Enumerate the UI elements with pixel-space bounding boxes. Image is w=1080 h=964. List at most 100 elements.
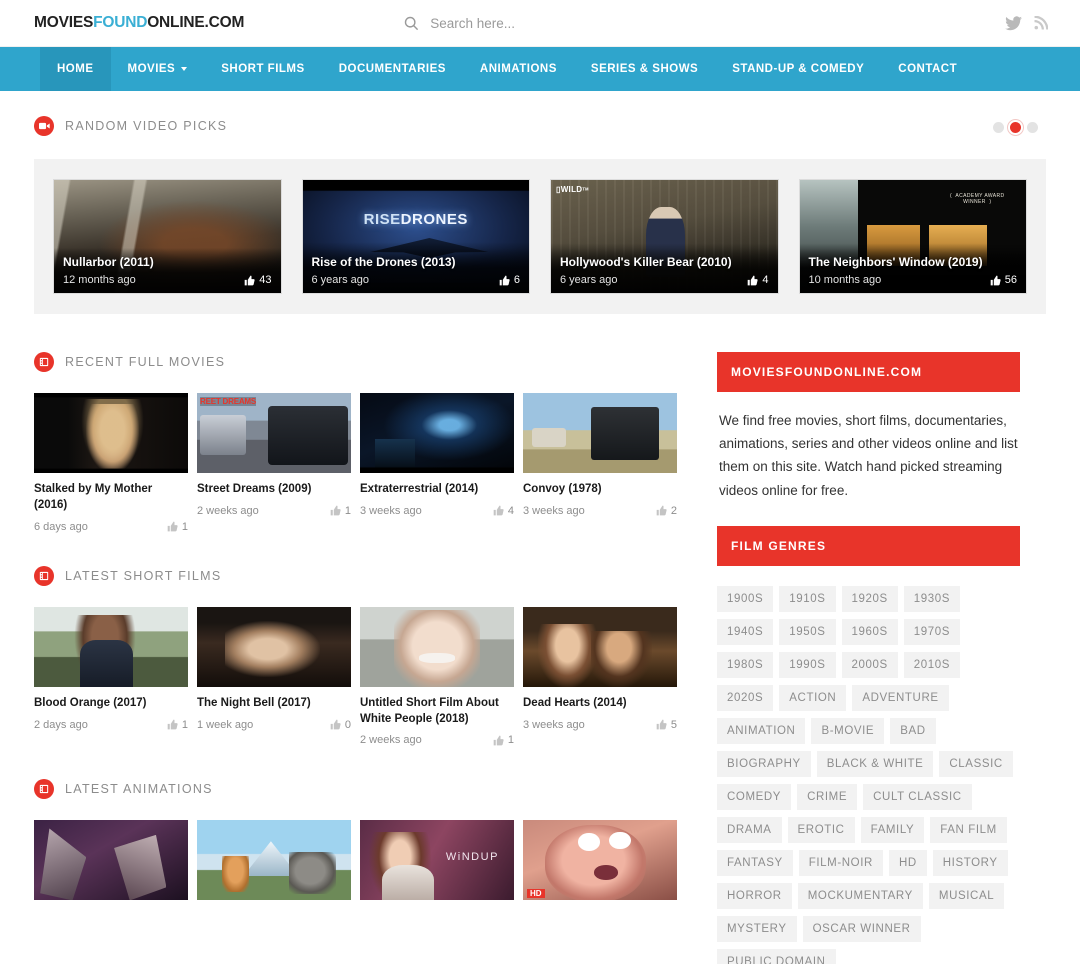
genre-tag[interactable]: ACTION <box>779 684 847 711</box>
about-widget: MOVIESFOUNDONLINE.COM We find free movie… <box>717 352 1020 502</box>
movie-grid: Stalked by My Mother (2016) 6 days ago 1 <box>34 393 688 533</box>
genre-tag[interactable]: FANTASY <box>717 849 793 876</box>
genre-tag[interactable]: FILM-NOIR <box>798 849 883 876</box>
genre-tag[interactable]: BAD <box>890 717 936 744</box>
carousel-slide[interactable]: ( ACADEMY AWARDWINNER ) The Neighbors' W… <box>798 179 1027 294</box>
nav-item-short-films[interactable]: SHORT FILMS <box>204 47 321 91</box>
carousel-dot-1[interactable] <box>993 122 1004 133</box>
site-logo[interactable]: MOVIESFOUNDONLINE.COM <box>34 14 244 32</box>
slide-meta: 12 months ago 43 <box>63 274 272 286</box>
genre-tag[interactable]: CRIME <box>797 783 858 810</box>
movie-card[interactable]: Untitled Short Film About White People (… <box>360 606 514 747</box>
carousel-slide[interactable]: ▯WILDᵀᴹ Hollywood's Killer Bear (2010) 6… <box>550 179 779 294</box>
genre-tag[interactable]: COMEDY <box>717 783 792 810</box>
genre-tag[interactable]: 1900S <box>717 585 774 612</box>
nav-item-documentaries[interactable]: DOCUMENTARIES <box>322 47 463 91</box>
movie-card[interactable]: REET DREAMS Street Dreams (2009) 2 weeks… <box>197 393 351 533</box>
movie-like-count: 1 <box>181 718 188 731</box>
genre-tag[interactable]: PUBLIC DOMAIN <box>717 948 836 964</box>
nav-item-series-shows[interactable]: SERIES & SHOWS <box>574 47 715 91</box>
movie-card[interactable] <box>197 820 351 909</box>
movie-title: Extraterrestrial (2014) <box>360 483 479 495</box>
movie-thumbnail <box>34 606 188 687</box>
nav-item-standup-comedy[interactable]: STAND-UP & COMEDY <box>715 47 881 91</box>
movie-date: 1 week ago <box>197 718 254 731</box>
genre-tag[interactable]: EROTIC <box>787 816 855 843</box>
nav-item-contact[interactable]: CONTACT <box>881 47 974 91</box>
nav-item-animations[interactable]: ANIMATIONS <box>463 47 574 91</box>
movie-card[interactable]: Extraterrestrial (2014) 3 weeks ago 4 <box>360 393 514 533</box>
genre-tag[interactable]: BIOGRAPHY <box>717 750 811 777</box>
genre-tag[interactable]: DRAMA <box>717 816 782 843</box>
slide-like-count: 43 <box>259 274 272 286</box>
genre-tag[interactable]: 1910S <box>779 585 836 612</box>
genre-tag[interactable]: CULT CLASSIC <box>863 783 972 810</box>
genre-tag[interactable]: OSCAR WINNER <box>802 915 921 942</box>
carousel-slide[interactable]: RISEDRONES Rise of the Drones (2013) 6 y… <box>301 179 530 294</box>
genre-tag[interactable]: 1960S <box>841 618 898 645</box>
genre-tag[interactable]: B-MOVIE <box>811 717 885 744</box>
genre-tag[interactable]: FAN FILM <box>930 816 1007 843</box>
genre-tag[interactable]: CLASSIC <box>939 750 1013 777</box>
section-title: RANDOM VIDEO PICKS <box>65 119 228 133</box>
nav-item-movies[interactable]: MOVIES <box>111 47 205 91</box>
movie-card[interactable]: Convoy (1978) 3 weeks ago 2 <box>523 393 677 533</box>
movie-like-count: 1 <box>507 734 514 747</box>
movie-card[interactable]: HD <box>523 820 677 909</box>
section-header: RANDOM VIDEO PICKS <box>34 116 1046 136</box>
genre-tag[interactable]: 1980S <box>717 651 774 678</box>
genre-tag[interactable]: MOCKUMENTARY <box>797 882 923 909</box>
movie-likes: 4 <box>493 505 514 517</box>
genre-tag[interactable]: HISTORY <box>932 849 1008 876</box>
movie-thumbnail <box>523 606 677 687</box>
genre-tag[interactable]: FAMILY <box>860 816 925 843</box>
twitter-icon[interactable] <box>1005 15 1022 31</box>
film-genres-widget: FILM GENRES 1900S 1910S 1920S 1930S 1940… <box>717 525 1020 964</box>
carousel-dot-3[interactable] <box>1027 122 1038 133</box>
latest-short-films-section: LATEST SHORT FILMS Blood Orange (2017) 2… <box>34 565 688 747</box>
carousel-slide[interactable]: Nullarbor (2011) 12 months ago 43 <box>53 179 282 294</box>
sidebar: MOVIESFOUNDONLINE.COM We find free movie… <box>717 352 1020 964</box>
genre-tag[interactable]: 1940S <box>717 618 774 645</box>
genre-tag[interactable]: 2020S <box>717 684 774 711</box>
movie-card[interactable]: WiNDUP <box>360 820 514 909</box>
movie-likes: 1 <box>167 521 188 533</box>
genre-tag[interactable]: 1990S <box>779 651 836 678</box>
movie-date: 3 weeks ago <box>360 504 422 517</box>
genre-tag[interactable]: HORROR <box>717 882 792 909</box>
thumbs-up-icon <box>990 275 1001 285</box>
movie-card[interactable] <box>34 820 188 909</box>
carousel-dot-2[interactable] <box>1010 122 1021 133</box>
movie-card[interactable]: Blood Orange (2017) 2 days ago 1 <box>34 606 188 747</box>
thumbs-up-icon <box>748 275 758 285</box>
slide-date: 6 years ago <box>560 274 618 286</box>
genre-tag[interactable]: ANIMATION <box>717 717 806 744</box>
section-title: LATEST SHORT FILMS <box>65 568 222 583</box>
genre-tag[interactable]: ADVENTURE <box>852 684 949 711</box>
movie-meta: 2 days ago 1 <box>34 719 188 731</box>
movie-card[interactable]: Dead Hearts (2014) 3 weeks ago 5 <box>523 606 677 747</box>
genre-tag[interactable]: 1930S <box>903 585 961 612</box>
slide-meta: 6 years ago 6 <box>312 274 521 286</box>
rss-icon[interactable] <box>1034 16 1048 30</box>
genre-tag[interactable]: 2000S <box>841 651 898 678</box>
movie-grid: WiNDUP HD <box>34 820 688 909</box>
movie-card[interactable]: The Night Bell (2017) 1 week ago 0 <box>197 606 351 747</box>
main-column: RECENT FULL MOVIES Stalked by My Mother … <box>34 352 688 942</box>
search-bar[interactable] <box>404 15 731 31</box>
genre-tag[interactable]: HD <box>888 849 927 876</box>
movie-date: 3 weeks ago <box>523 504 585 517</box>
nav-item-home[interactable]: HOME <box>40 47 111 91</box>
genre-tag[interactable]: MUSICAL <box>928 882 1005 909</box>
genre-tag[interactable]: 2010S <box>903 651 961 678</box>
genre-tag[interactable]: 1970S <box>903 618 961 645</box>
movie-card[interactable]: Stalked by My Mother (2016) 6 days ago 1 <box>34 393 188 533</box>
genre-tag[interactable]: 1950S <box>779 618 836 645</box>
street-dreams-title-art: REET DREAMS <box>200 397 257 406</box>
search-input[interactable] <box>430 15 731 31</box>
genre-tag[interactable]: MYSTERY <box>717 915 797 942</box>
movie-likes: 2 <box>656 505 677 517</box>
genre-tag[interactable]: 1920S <box>841 585 898 612</box>
genre-tag[interactable]: BLACK & WHITE <box>816 750 934 777</box>
section-title: RECENT FULL MOVIES <box>65 355 226 369</box>
